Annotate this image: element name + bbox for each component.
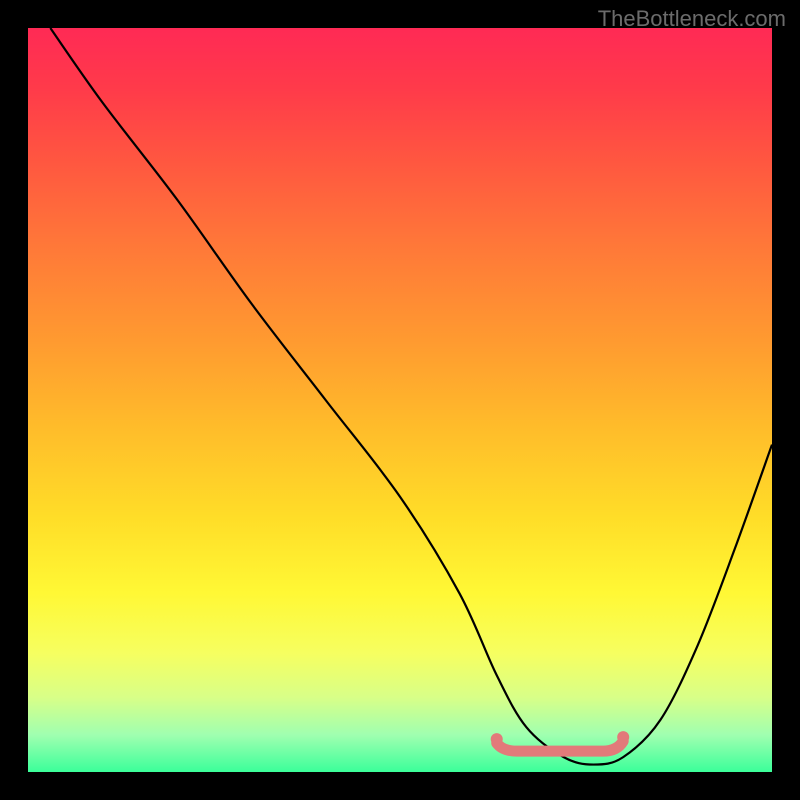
chart-svg bbox=[28, 28, 772, 772]
optimal-range-start-dot bbox=[491, 733, 503, 745]
optimal-range-end-dot bbox=[617, 731, 629, 743]
bottleneck-curve-line bbox=[50, 28, 772, 765]
watermark-text: TheBottleneck.com bbox=[598, 6, 786, 32]
chart-area bbox=[28, 28, 772, 772]
optimal-range-marker bbox=[497, 741, 623, 751]
